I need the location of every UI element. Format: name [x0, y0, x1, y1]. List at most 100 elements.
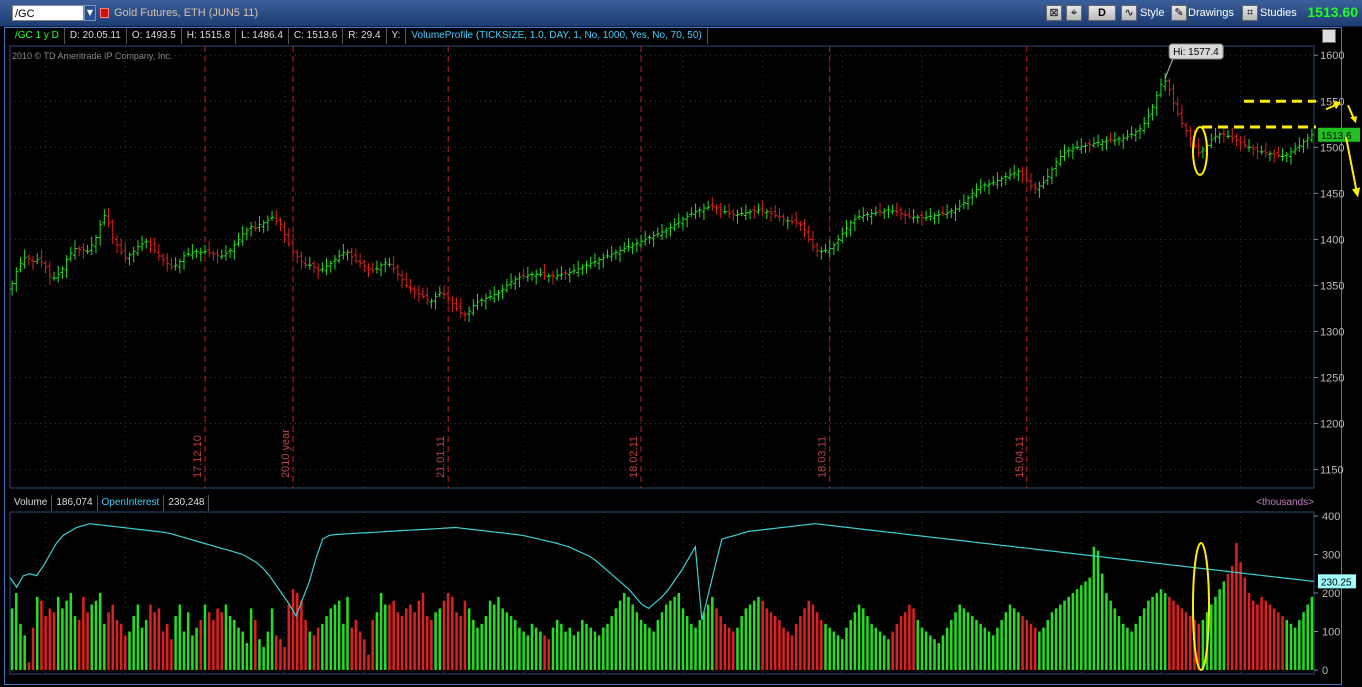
- volume-bar: [199, 619, 203, 670]
- price-tick-label: 1250: [1320, 373, 1344, 385]
- volume-bar: [237, 627, 240, 670]
- ohlc-bar: [550, 270, 555, 285]
- ohlc-bar: [915, 214, 920, 224]
- price-tick-label: 1300: [1320, 326, 1344, 338]
- ohlc-bar: [622, 242, 627, 254]
- ohlc-bar: [1301, 139, 1306, 153]
- ohlc-bar: [152, 237, 157, 254]
- volume-bar: [870, 623, 873, 670]
- volume-bar: [799, 616, 802, 670]
- volume-bar: [631, 604, 634, 670]
- separator-label: 15.04.11: [1014, 436, 1026, 478]
- ohlc-bar: [307, 256, 312, 270]
- separator-label: 21.01.11: [435, 436, 447, 478]
- volume-bar: [958, 604, 961, 670]
- volume-bar: [333, 604, 337, 670]
- volume-bar: [1277, 612, 1280, 670]
- ohlc-bar: [77, 245, 82, 256]
- price-tick-label: 1500: [1320, 142, 1344, 154]
- volume-bar: [400, 616, 404, 670]
- ohlc-bar: [643, 231, 648, 246]
- volume-bar: [304, 619, 307, 670]
- volume-bar: [769, 612, 773, 670]
- ohlc-bar: [286, 228, 291, 247]
- ohlc-bar: [634, 238, 639, 253]
- volume-bar: [1235, 542, 1238, 670]
- ohlc-bar: [1008, 168, 1013, 181]
- ohlc-bar: [630, 242, 635, 255]
- volume-bar: [908, 604, 911, 670]
- ohlc-bar: [35, 253, 40, 265]
- ohlc-bar: [873, 206, 878, 217]
- volume-bar: [962, 608, 966, 670]
- volume-bar: [413, 612, 416, 670]
- ohlc-bar: [1049, 166, 1054, 185]
- ohlc-bar: [328, 260, 333, 273]
- ohlc-bar: [777, 208, 782, 222]
- ohlc-bar: [291, 233, 296, 256]
- ohlc-bar: [836, 234, 841, 252]
- volume-bar: [241, 631, 244, 670]
- volume-bar: [690, 623, 693, 670]
- ohlc-bar: [1041, 175, 1046, 189]
- volume-bar: [882, 635, 886, 670]
- volume-bar: [48, 608, 52, 670]
- volume-bar: [1063, 600, 1066, 670]
- ohlc-bar: [387, 257, 392, 267]
- separator-label: 18.03.11: [817, 436, 829, 478]
- volume-axis: 0 100 200 300 400 230.25: [1314, 511, 1356, 677]
- volume-bar: [711, 596, 714, 670]
- price-volume-chart[interactable]: 17.12.10 2010 year 21.01.11 18.02.11 18.03.1…: [0, 0, 1362, 687]
- volume-bar: [1256, 604, 1259, 670]
- volume-bar: [614, 608, 618, 670]
- ohlc-bar: [437, 286, 442, 298]
- ohlc-bar: [1020, 166, 1025, 184]
- volume-bar: [761, 600, 764, 670]
- volume-bar: [526, 635, 530, 670]
- volume-bar: [476, 627, 479, 670]
- ohlc-bar: [131, 246, 136, 263]
- ohlc-bar: [249, 221, 254, 237]
- volume-bar: [472, 619, 475, 670]
- volume-bar: [233, 619, 236, 670]
- volume-bar: [551, 627, 555, 670]
- price-tick-label: 1400: [1320, 234, 1344, 246]
- volume-bar: [627, 596, 630, 670]
- high-label: Hi: 1577.4: [1173, 47, 1219, 58]
- volume-bar: [782, 627, 785, 670]
- volume-bar: [1281, 616, 1284, 670]
- volume-bar: [1155, 593, 1159, 670]
- volume-bar: [811, 604, 815, 670]
- volume-bar: [174, 616, 177, 670]
- ohlc-bar: [597, 256, 602, 270]
- volume-bar: [1264, 600, 1268, 670]
- ohlc-bar: [1276, 146, 1281, 159]
- volume-bar: [90, 604, 94, 670]
- volume-bar: [195, 627, 198, 670]
- volume-bar: [56, 596, 60, 670]
- volume-bar: [371, 619, 374, 670]
- ohlc-bar: [441, 285, 446, 300]
- ohlc-bar: [1012, 164, 1017, 179]
- volume-bar: [991, 635, 995, 670]
- volume-bar: [757, 596, 760, 670]
- ohlc-bar: [496, 290, 501, 302]
- volume-bar: [325, 616, 328, 670]
- volume-bar: [903, 612, 907, 670]
- ohlc-bar: [727, 203, 732, 219]
- ohlc-bar: [1096, 134, 1101, 148]
- volume-bar: [736, 627, 739, 670]
- volume-bar: [438, 608, 442, 670]
- ohlc-bar: [395, 264, 400, 281]
- ohlc-bar: [639, 234, 644, 248]
- volume-bar: [576, 631, 580, 670]
- ohlc-bar: [140, 235, 145, 252]
- volume-bar: [635, 612, 639, 670]
- volume-bar: [1306, 604, 1309, 670]
- volume-bar: [1239, 562, 1242, 670]
- ohlc-bar: [555, 268, 560, 281]
- high-label-leader: [1164, 57, 1174, 79]
- volume-bar: [153, 612, 156, 670]
- ohlc-bar: [1024, 166, 1029, 184]
- ohlc-bar: [240, 225, 245, 246]
